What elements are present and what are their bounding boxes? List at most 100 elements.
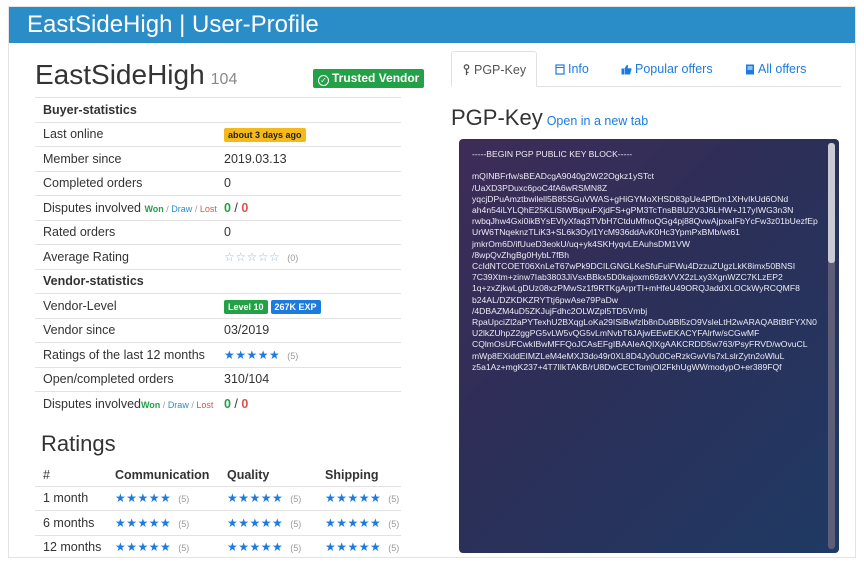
shipping-stars: ★★★★★ [325, 515, 382, 530]
shipping-count: (5) [388, 543, 400, 554]
buyer-disputes-draw-label: Draw [171, 203, 193, 214]
vendor-disputes-draw-label: Draw [167, 400, 189, 410]
profile-page: EastSideHigh | User-Profile EastSideHigh… [8, 6, 856, 558]
page-title-bar: EastSideHigh | User-Profile [9, 7, 855, 43]
tab-all-offers-label: All offers [758, 62, 807, 76]
vendor-disputes-lost-label: Lost [196, 400, 214, 410]
vendor-since-label: Vendor since [35, 317, 218, 343]
ratings-row-12-months: 12 months ★★★★★ (5) ★★★★★ (5) ★★★★★ (5) [35, 535, 401, 557]
statistics-table: Buyer-statistics Last online about 3 day… [35, 97, 401, 416]
key-scrollbar-thumb[interactable] [828, 143, 835, 263]
check-circle-icon: ✓ [318, 75, 329, 86]
quality-count: (5) [290, 494, 302, 505]
stat-row-completed-orders: Completed orders 0 [35, 170, 401, 196]
pgp-key-box[interactable]: -----BEGIN PGP PUBLIC KEY BLOCK----- mQI… [459, 139, 839, 553]
ratings-12-months-stars: ★★★★★ [224, 347, 281, 362]
completed-orders-value: 0 [218, 170, 401, 196]
stat-row-last-online: Last online about 3 days ago [35, 121, 401, 147]
buyer-disputes-label: Disputes involved [43, 200, 141, 215]
stat-row-ratings-12-months: Ratings of the last 12 months ★★★★★ (5) [35, 342, 401, 367]
buyer-disputes-lost-label: Lost [199, 203, 217, 214]
ratings-col-shipping: Shipping [317, 464, 401, 487]
shipping-stars: ★★★★★ [325, 491, 382, 506]
vendor-since-value: 03/2019 [218, 317, 401, 343]
ratings-title: Ratings [41, 431, 116, 456]
buyer-disputes-lost-count: 0 [241, 200, 249, 215]
buyer-disputes-won-count: 0 [224, 200, 231, 215]
ratings-col-quality: Quality [219, 464, 317, 487]
average-rating-label: Average Rating [35, 244, 218, 269]
pgp-heading: PGP-Key [451, 105, 543, 130]
exp-badge: 267K EXP [270, 299, 321, 314]
page-title: EastSideHigh | User-Profile [27, 11, 319, 38]
ratings-row-6-months: 6 months ★★★★★ (5) ★★★★★ (5) ★★★★★ (5) [35, 510, 401, 536]
stat-row-member-since: Member since 2019.03.13 [35, 146, 401, 171]
communication-stars: ★★★★★ [115, 515, 172, 530]
open-completed-value: 310/104 [218, 366, 401, 392]
pgp-heading-row: PGP-Key Open in a new tab [451, 105, 841, 131]
ratings-col-number: # [35, 464, 107, 487]
ratings-period: 12 months [35, 535, 107, 557]
thumbs-up-icon [621, 64, 632, 75]
vendor-disputes-won-label: Won [140, 400, 161, 410]
ratings-row-1-month: 1 month ★★★★★ (5) ★★★★★ (5) ★★★★★ (5) [35, 486, 401, 511]
vendor-statistics-header: Vendor-statistics [35, 268, 401, 294]
tab-info-label: Info [568, 62, 589, 76]
vendor-disputes-lost-count: 0 [241, 397, 249, 411]
rated-orders-label: Rated orders [35, 219, 218, 245]
average-rating-count: (0) [287, 252, 299, 263]
ratings-header-row: # Communication Quality Shipping [35, 464, 401, 487]
tab-pgp-key[interactable]: PGP-Key [451, 51, 538, 87]
stat-row-vendor-disputes: Disputes involvedWon / Draw / Lost 0 / 0 [35, 391, 401, 416]
open-completed-label: Open/completed orders [35, 366, 218, 392]
profile-tabs: PGP-Key Info Popular offers All offers [451, 51, 841, 87]
last-online-label: Last online [35, 121, 218, 147]
ratings-col-communication: Communication [107, 464, 219, 487]
left-column: EastSideHigh 104 ✓ Trusted Vendor Buyer-st… [35, 55, 425, 557]
ratings-table: # Communication Quality Shipping 1 month… [35, 464, 401, 557]
completed-orders-label: Completed orders [35, 170, 218, 196]
buyer-disputes-won-label: Won [144, 203, 164, 214]
tab-all-offers[interactable]: All offers [745, 51, 806, 87]
pgp-key-text[interactable]: -----BEGIN PGP PUBLIC KEY BLOCK----- mQI… [472, 149, 820, 373]
member-since-value: 2019.03.13 [218, 146, 401, 171]
ratings-12-months-count: (5) [287, 350, 299, 361]
last-online-badge: about 3 days ago [224, 128, 306, 143]
average-rating-stars: ☆☆☆☆☆ [224, 249, 281, 264]
quality-stars: ★★★★★ [227, 491, 284, 506]
member-since-label: Member since [35, 146, 218, 171]
stat-row-vendor-level: Vendor-Level Level 10 267K EXP [35, 293, 401, 318]
vendor-disputes-value: 0 / 0 [218, 391, 401, 416]
vendor-level-label: Vendor-Level [35, 293, 218, 318]
buyer-disputes-label-cell: Disputes involved Won / Draw / Lost [35, 195, 218, 220]
stat-row-vendor-since: Vendor since 03/2019 [35, 317, 401, 343]
communication-count: (5) [178, 518, 190, 529]
ratings-period: 6 months [35, 510, 107, 536]
shipping-stars: ★★★★★ [325, 540, 382, 555]
stat-row-open-completed: Open/completed orders 310/104 [35, 366, 401, 392]
stat-row-buyer-disputes: Disputes involved Won / Draw / Lost 0 / … [35, 195, 401, 220]
buyer-disputes-value: 0 / 0 [218, 195, 401, 220]
vendor-level-badge: Level 10 [224, 299, 268, 314]
trusted-vendor-label: Trusted Vendor [332, 71, 420, 85]
buyer-statistics-header: Buyer-statistics [35, 97, 401, 122]
tab-popular-offers-label: Popular offers [635, 62, 713, 76]
open-in-new-tab-link[interactable]: Open in a new tab [547, 114, 648, 128]
ratings-12-months-label: Ratings of the last 12 months [35, 342, 218, 367]
trusted-vendor-badge: ✓ Trusted Vendor [313, 69, 425, 88]
vendor-header: EastSideHigh 104 ✓ Trusted Vendor [35, 55, 425, 97]
communication-stars: ★★★★★ [115, 540, 172, 555]
shipping-count: (5) [388, 518, 400, 529]
stat-row-rated-orders: Rated orders 0 [35, 219, 401, 245]
quality-count: (5) [290, 518, 302, 529]
communication-count: (5) [178, 494, 190, 505]
buyer-statistics-title: Buyer-statistics [35, 97, 401, 122]
tab-info[interactable]: Info [555, 51, 589, 87]
ratings-period: 1 month [35, 486, 107, 511]
tab-popular-offers[interactable]: Popular offers [621, 51, 713, 87]
vendor-level-number: 104 [210, 71, 238, 88]
vendor-disputes-label: Disputes involved [43, 397, 141, 411]
quality-stars: ★★★★★ [227, 515, 284, 530]
book-icon [746, 64, 754, 75]
quality-stars: ★★★★★ [227, 540, 284, 555]
